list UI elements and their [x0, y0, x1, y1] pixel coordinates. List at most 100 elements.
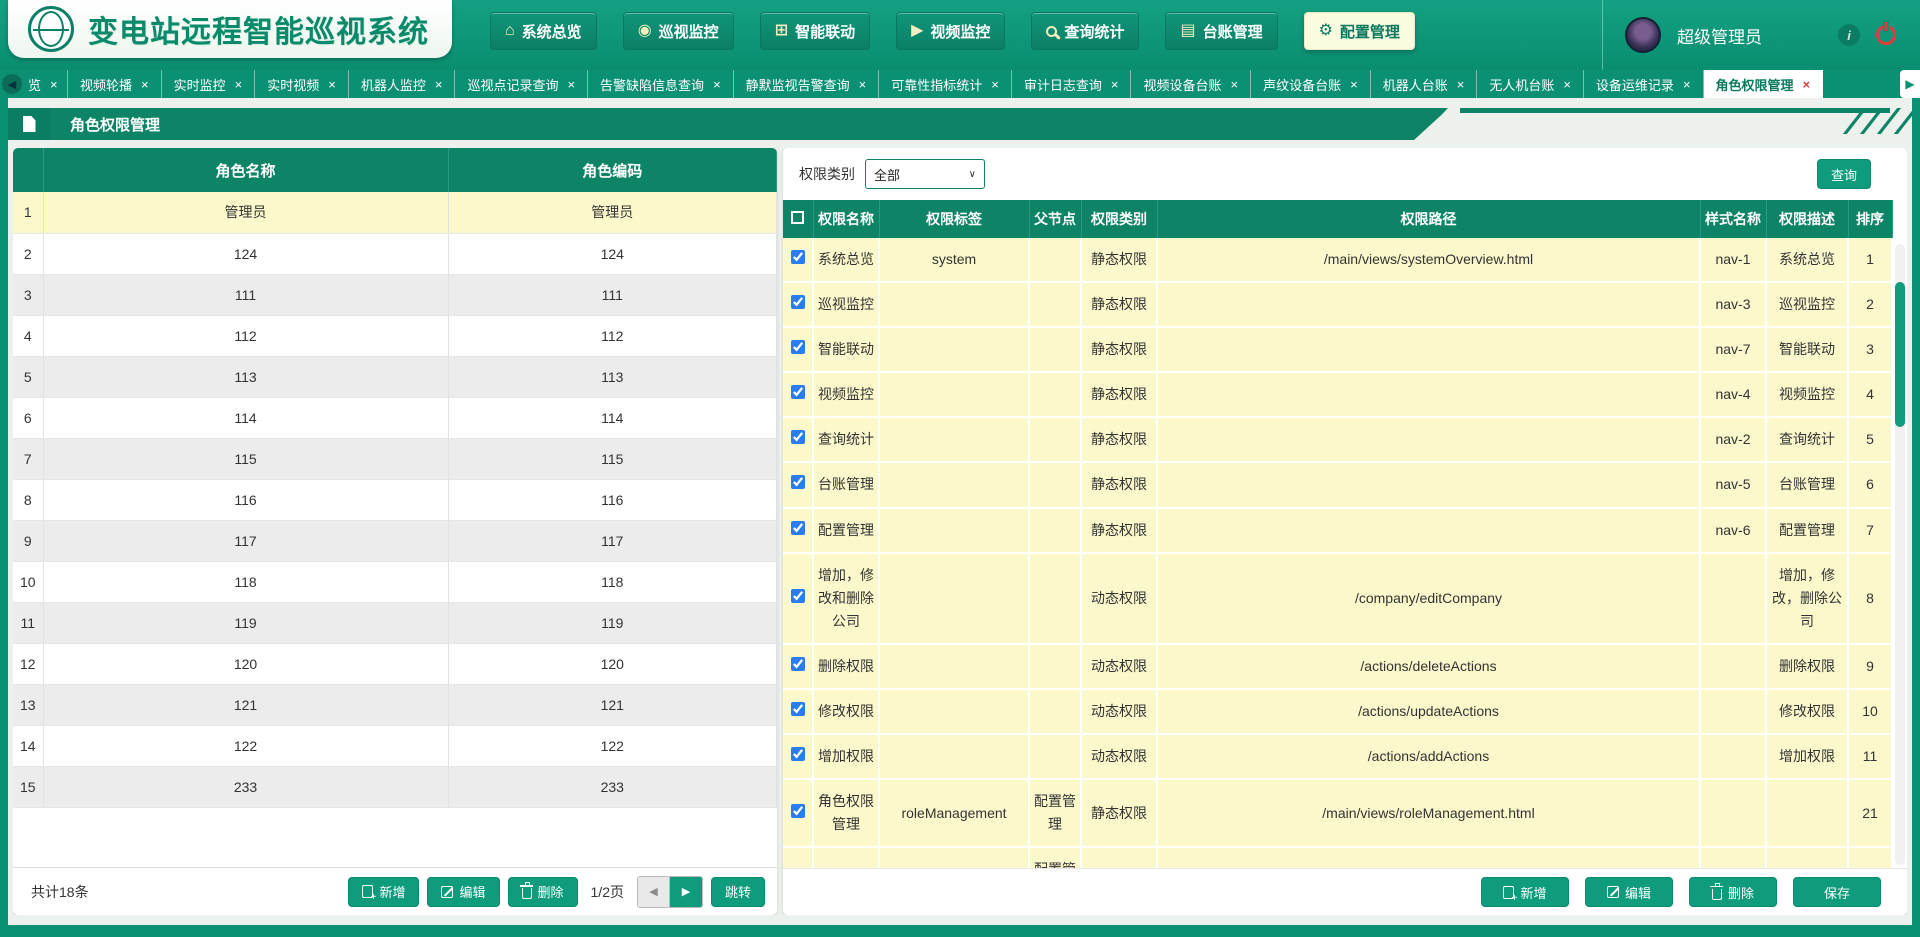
power-logout-icon[interactable] — [1876, 25, 1896, 45]
permission-checkbox[interactable] — [791, 430, 805, 444]
tab-close-icon[interactable]: × — [713, 77, 721, 92]
role-row[interactable]: 3 111 111 — [13, 274, 777, 315]
permission-checkbox[interactable] — [791, 340, 805, 354]
nav-inspection-monitor[interactable]: ◉ 巡视监控 — [623, 12, 734, 50]
role-name-cell[interactable]: 115 — [43, 438, 448, 479]
role-name-cell[interactable]: 111 — [43, 274, 448, 315]
permission-row[interactable]: 角色权限管理 roleManagement 配置管理 静态权限 /main/vi… — [783, 779, 1892, 847]
role-row[interactable]: 14 122 122 — [13, 725, 777, 766]
role-name-cell[interactable]: 114 — [43, 397, 448, 438]
table-scrollbar[interactable] — [1895, 244, 1905, 865]
role-code-cell[interactable]: 116 — [448, 479, 777, 520]
tab[interactable]: 机器人监控 × — [349, 70, 456, 98]
tab-close-icon[interactable]: × — [567, 77, 575, 92]
role-code-cell[interactable]: 117 — [448, 520, 777, 561]
tab-close-icon[interactable]: × — [1803, 77, 1811, 92]
permission-row[interactable]: 配置管理 静态权限 nav-6 配置管理 7 — [783, 508, 1892, 553]
tab-close-icon[interactable]: × — [1111, 77, 1119, 92]
tab-close-icon[interactable]: × — [1457, 77, 1465, 92]
role-row[interactable]: 5 113 113 — [13, 356, 777, 397]
tab-close-icon[interactable]: × — [141, 77, 149, 92]
role-edit-button[interactable]: 编辑 — [427, 877, 499, 907]
tab[interactable]: 实时视频 × — [255, 70, 349, 98]
permission-checkbox[interactable] — [791, 521, 805, 535]
avatar[interactable] — [1625, 17, 1661, 53]
role-row[interactable]: 2 124 124 — [13, 233, 777, 274]
permission-row[interactable]: 台账管理 静态权限 nav-5 台账管理 6 — [783, 462, 1892, 507]
role-row[interactable]: 1 管理员 管理员 — [13, 192, 777, 233]
next-page-button[interactable]: ▶ — [670, 877, 702, 907]
role-row[interactable]: 6 114 114 — [13, 397, 777, 438]
role-name-cell[interactable]: 117 — [43, 520, 448, 561]
role-name-cell[interactable]: 120 — [43, 643, 448, 684]
role-add-button[interactable]: 新增 — [348, 877, 419, 907]
role-name-cell[interactable]: 124 — [43, 233, 448, 274]
tab[interactable]: 审计日志查询 × — [1012, 70, 1132, 98]
info-icon[interactable]: i — [1838, 24, 1860, 46]
role-code-cell[interactable]: 233 — [448, 766, 777, 807]
role-code-cell[interactable]: 118 — [448, 561, 777, 602]
tab[interactable]: 实时监控 × — [162, 70, 256, 98]
save-button[interactable]: 保存 — [1793, 877, 1881, 907]
tab[interactable]: 设备运维记录 × — [1584, 70, 1704, 98]
permission-row[interactable]: 智能联动 静态权限 nav-7 智能联动 3 — [783, 327, 1892, 372]
role-row[interactable]: 10 118 118 — [13, 561, 777, 602]
tab-close-icon[interactable]: × — [235, 77, 243, 92]
role-name-cell[interactable]: 管理员 — [43, 192, 448, 233]
role-code-cell[interactable]: 120 — [448, 643, 777, 684]
tab[interactable]: 声纹设备台账 × — [1251, 70, 1371, 98]
perm-edit-button[interactable]: 编辑 — [1585, 877, 1673, 907]
tab[interactable]: 巡视点记录查询 × — [455, 70, 588, 98]
role-code-cell[interactable]: 119 — [448, 602, 777, 643]
perm-add-button[interactable]: 新增 — [1481, 877, 1569, 907]
role-row[interactable]: 9 117 117 — [13, 520, 777, 561]
role-name-cell[interactable]: 119 — [43, 602, 448, 643]
role-row[interactable]: 7 115 115 — [13, 438, 777, 479]
tab-close-icon[interactable]: × — [50, 77, 58, 92]
permission-row[interactable]: 查询统计 静态权限 nav-2 查询统计 5 — [783, 417, 1892, 462]
tab-close-icon[interactable]: × — [435, 77, 443, 92]
tab-close-icon[interactable]: × — [1350, 77, 1358, 92]
role-code-cell[interactable]: 管理员 — [448, 192, 777, 233]
role-delete-button[interactable]: 删除 — [508, 877, 578, 907]
permission-row[interactable]: 修改权限 动态权限 /actions/updateActions 修改权限 10 — [783, 689, 1892, 734]
tab-scroll-left-button[interactable]: ◀ — [0, 70, 24, 98]
role-name-cell[interactable]: 118 — [43, 561, 448, 602]
role-code-cell[interactable]: 111 — [448, 274, 777, 315]
tab[interactable]: 可靠性指标统计 × — [879, 70, 1012, 98]
role-row[interactable]: 12 120 120 — [13, 643, 777, 684]
nav-config-management[interactable]: ⚙ 配置管理 — [1304, 12, 1415, 50]
permission-checkbox[interactable] — [791, 385, 805, 399]
prev-page-button[interactable]: ◀ — [638, 877, 670, 907]
permission-checkbox[interactable] — [791, 657, 805, 671]
nav-ledger-management[interactable]: ▤ 台账管理 — [1165, 12, 1277, 50]
tab[interactable]: 无人机台账 × — [1477, 70, 1584, 98]
role-row[interactable]: 15 233 233 — [13, 766, 777, 807]
tab[interactable]: 览 × — [24, 70, 68, 98]
tab-close-icon[interactable]: × — [1683, 77, 1691, 92]
tab-close-icon[interactable]: × — [1231, 77, 1239, 92]
tab-close-icon[interactable]: × — [859, 77, 867, 92]
permission-row[interactable]: 系统总览 system 静态权限 /main/views/systemOverv… — [783, 238, 1892, 282]
role-name-cell[interactable]: 122 — [43, 725, 448, 766]
permission-checkbox[interactable] — [791, 747, 805, 761]
tab-scroll-right-button[interactable]: ▶ — [1900, 70, 1920, 98]
role-code-cell[interactable]: 112 — [448, 315, 777, 356]
nav-system-overview[interactable]: ⌂ 系统总览 — [490, 12, 597, 50]
permission-checkbox[interactable] — [791, 589, 805, 603]
role-code-cell[interactable]: 115 — [448, 438, 777, 479]
role-row[interactable]: 11 119 119 — [13, 602, 777, 643]
permission-row[interactable]: 用户管理 userManagement 配置管理 静态权限 /main/view… — [783, 847, 1892, 868]
permission-row[interactable]: 视频监控 静态权限 nav-4 视频监控 4 — [783, 372, 1892, 417]
role-code-cell[interactable]: 114 — [448, 397, 777, 438]
nav-query-statistics[interactable]: 查询统计 — [1031, 12, 1139, 50]
perm-delete-button[interactable]: 删除 — [1689, 877, 1777, 907]
permission-checkbox[interactable] — [791, 250, 805, 264]
role-name-cell[interactable]: 233 — [43, 766, 448, 807]
permission-type-select[interactable]: 全部 ∨ — [865, 159, 985, 189]
jump-page-button[interactable]: 跳转 — [711, 877, 765, 907]
role-name-cell[interactable]: 113 — [43, 356, 448, 397]
tab-close-icon[interactable]: × — [991, 77, 999, 92]
role-code-cell[interactable]: 113 — [448, 356, 777, 397]
tab[interactable]: 角色权限管理 × — [1704, 70, 1824, 98]
